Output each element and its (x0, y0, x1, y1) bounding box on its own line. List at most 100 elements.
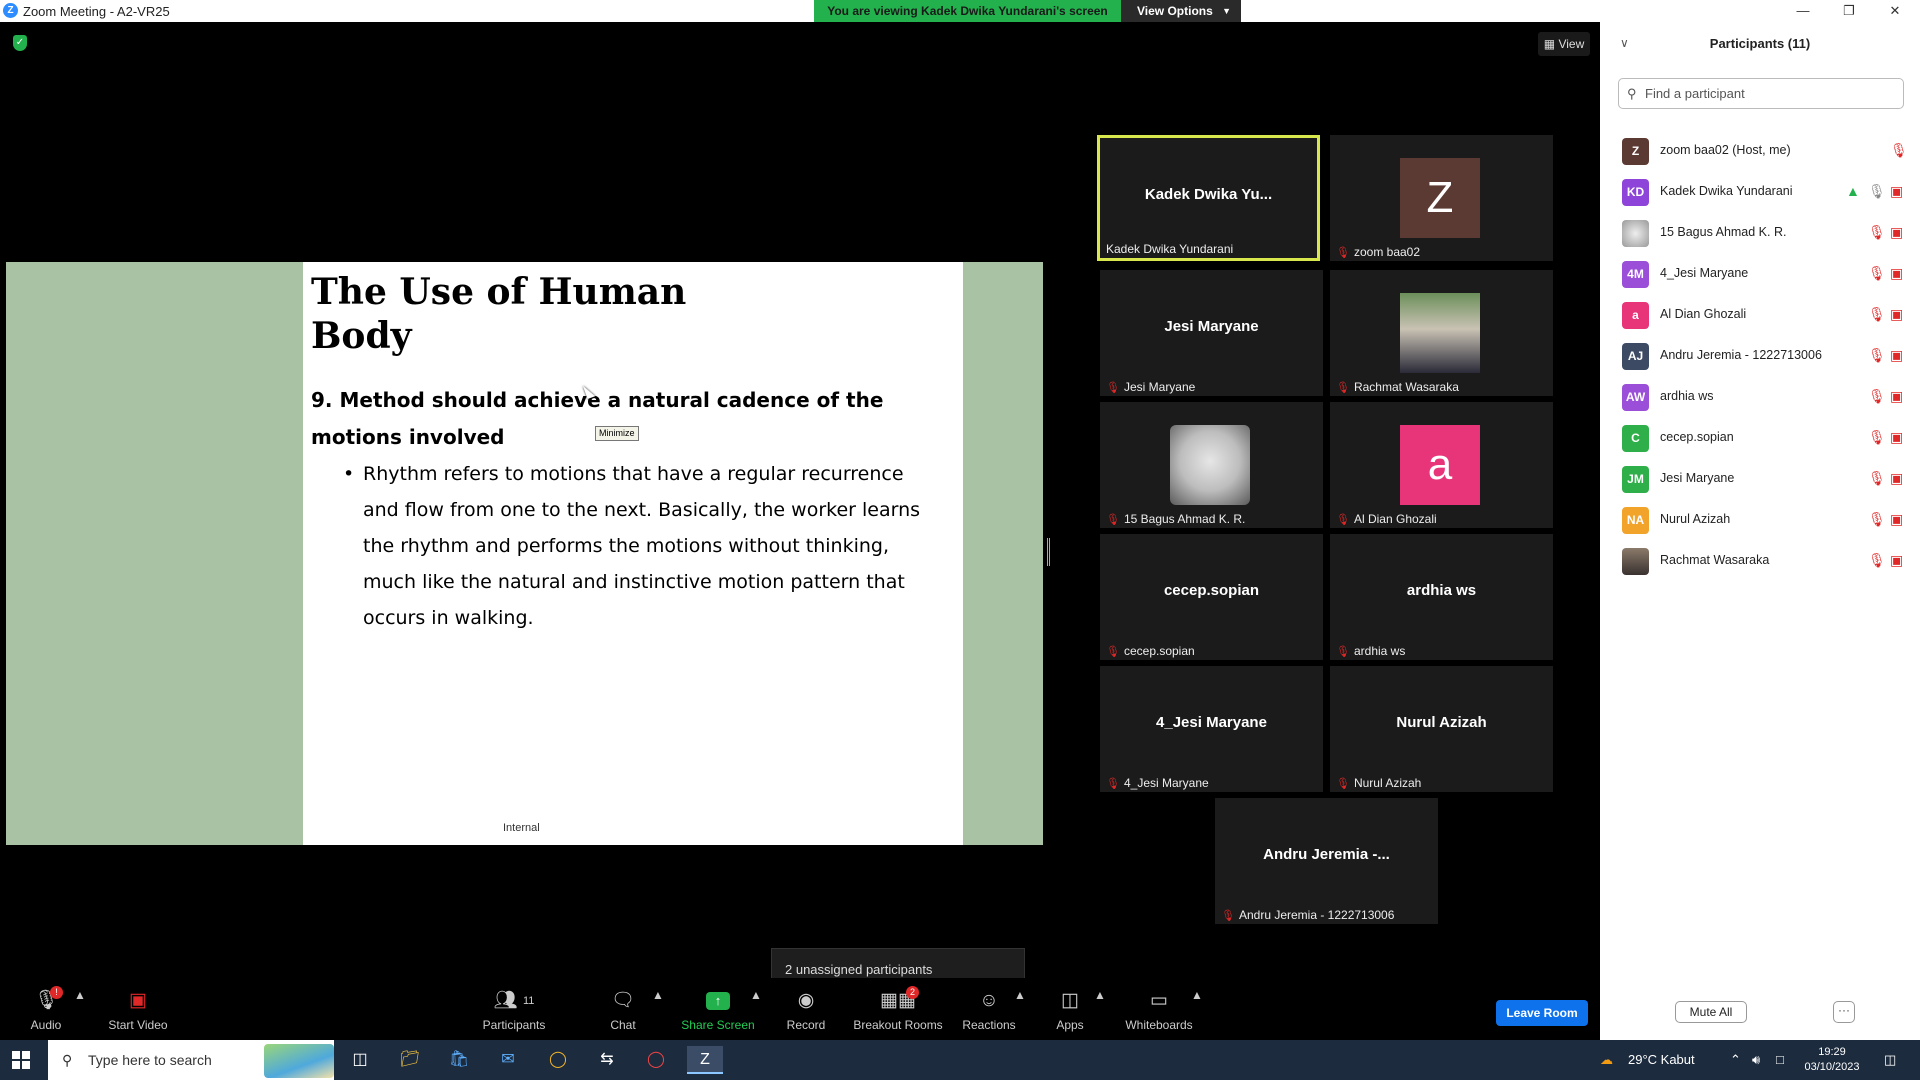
start-video-button[interactable]: ▣ Start Video (104, 988, 172, 1032)
audio-button[interactable]: 🎙︎! Audio (22, 986, 70, 1032)
video-off-icon: ▣ (1890, 224, 1904, 240)
encryption-shield-icon[interactable]: ✓ (13, 35, 27, 51)
view-button[interactable]: ▦ View (1538, 32, 1590, 56)
chevron-down-icon: ▼ (1222, 6, 1231, 16)
participant-row[interactable]: AW ardhia ws 🎙︎ ▣ (1600, 377, 1920, 418)
participant-name: Kadek Dwika Yundarani (1660, 184, 1793, 198)
participant-row[interactable]: Z zoom baa02 (Host, me) 🎙︎ (1600, 131, 1920, 172)
mute-all-button[interactable]: Mute All (1675, 1001, 1747, 1023)
tile-name-label: ardhia ws (1353, 644, 1406, 658)
tile-display-name: Andru Jeremia -... (1263, 846, 1390, 863)
participants-label: Participants (482, 1018, 546, 1032)
avatar (1622, 220, 1649, 247)
microphone-icon: 🎙︎ (1868, 183, 1886, 199)
video-tile[interactable]: 🎙︎ Rachmat Wasaraka (1330, 270, 1553, 396)
video-tile[interactable]: a 🎙︎ Al Dian Ghozali (1330, 402, 1553, 528)
apps-label: Apps (1056, 1018, 1084, 1032)
file-explorer-icon[interactable]: 📁︎ (392, 1046, 428, 1074)
windows-taskbar: ⚲ Type here to search ◫ 📁︎ 🛍︎ ✉ ◯ ⇆ ◯ Z … (0, 1040, 1920, 1080)
participants-icon: 👥︎ 11 (493, 990, 535, 1011)
video-tile[interactable]: Kadek Dwika Yu... Kadek Dwika Yundarani (1097, 135, 1320, 261)
participant-name: Andru Jeremia - 1222713006 (1660, 348, 1822, 362)
show-hidden-icons-icon[interactable]: ⌃ (1730, 1040, 1741, 1080)
network-icon[interactable]: □ (1776, 1040, 1784, 1080)
slide-bullet-text: Rhythm refers to motions that have a reg… (363, 463, 921, 629)
participant-name: ardhia ws (1660, 389, 1714, 403)
apps-button[interactable]: ◫ Apps (1052, 988, 1088, 1032)
tile-name-label: 4_Jesi Maryane (1123, 776, 1209, 790)
share-screen-button[interactable]: ↑ Share Screen (680, 988, 756, 1032)
mic-muted-icon: 🎙︎ (1868, 265, 1886, 281)
video-tile[interactable]: Andru Jeremia -... 🎙︎ Andru Jeremia - 122… (1215, 798, 1438, 924)
participant-row[interactable]: Rachmat Wasaraka 🎙︎ ▣ (1600, 541, 1920, 582)
mic-muted-icon: 🎙︎ (1868, 224, 1886, 240)
video-tile[interactable]: cecep.sopian 🎙︎ cecep.sopian (1100, 534, 1323, 660)
avatar: NA (1622, 507, 1649, 534)
record-button[interactable]: ◉ Record (785, 988, 827, 1032)
participant-row[interactable]: a Al Dian Ghozali 🎙︎ ▣ (1600, 295, 1920, 336)
taskbar-clock[interactable]: 19:29 03/10/2023 (1800, 1045, 1864, 1075)
avatar: a (1400, 425, 1480, 505)
video-tile[interactable]: 4_Jesi Maryane 🎙︎ 4_Jesi Maryane (1100, 666, 1323, 792)
store-icon[interactable]: 🛍︎ (441, 1046, 477, 1074)
breakout-rooms-icon: ▦▦ 2 (852, 986, 944, 1014)
participant-row[interactable]: C cecep.sopian 🎙︎ ▣ (1600, 418, 1920, 459)
volume-icon[interactable]: 🔊︎ (1752, 1040, 1760, 1080)
slide-footer: Internal (503, 822, 540, 834)
reactions-label: Reactions (962, 1018, 1016, 1032)
mic-muted-icon: 🎙︎ (1868, 552, 1886, 568)
participant-row[interactable]: NA Nurul Azizah 🎙︎ ▣ (1600, 500, 1920, 541)
leave-room-button[interactable]: Leave Room (1496, 1000, 1588, 1026)
participant-name: Nurul Azizah (1660, 512, 1731, 526)
chat-options-caret[interactable]: ▲ (652, 988, 664, 1002)
video-tile[interactable]: Z 🎙︎ zoom baa02 (1330, 135, 1553, 261)
tile-label: Kadek Dwika Yundarani (1106, 242, 1233, 256)
video-off-icon: ▣ (1890, 511, 1904, 527)
participant-row[interactable]: 4M 4_Jesi Maryane 🎙︎ ▣ (1600, 254, 1920, 295)
reactions-options-caret[interactable]: ▲ (1014, 988, 1026, 1002)
whiteboards-button[interactable]: ▭ Whiteboards (1124, 988, 1194, 1032)
breakout-rooms-button[interactable]: ▦▦ 2 Breakout Rooms (852, 986, 944, 1032)
record-label: Record (786, 1018, 826, 1032)
participants-button[interactable]: 👥︎ 11 Participants (478, 988, 550, 1032)
close-window-button[interactable]: ✕ (1872, 0, 1918, 22)
task-view-icon[interactable]: ◫ (342, 1046, 378, 1074)
participant-row[interactable]: AJ Andru Jeremia - 1222713006 🎙︎ ▣ (1600, 336, 1920, 377)
restore-window-button[interactable]: ❐ (1826, 0, 1872, 22)
share-options-caret[interactable]: ▲ (750, 988, 762, 1002)
weather-text[interactable]: 29°C Kabut (1628, 1040, 1695, 1080)
reactions-button[interactable]: ☺ Reactions (960, 988, 1018, 1032)
chrome-profile-icon[interactable]: ◯ (638, 1046, 674, 1074)
participant-row[interactable]: 15 Bagus Ahmad K. R. 🎙︎ ▣ (1600, 213, 1920, 254)
video-tile[interactable]: Jesi Maryane 🎙︎ Jesi Maryane (1100, 270, 1323, 396)
apps-options-caret[interactable]: ▲ (1094, 988, 1106, 1002)
meeting-area: ✓ ▦ View The Use of Human Body 9. Method… (0, 22, 1600, 1040)
tile-label: 🎙︎ ardhia ws (1336, 644, 1405, 658)
tile-label: 🎙︎ Jesi Maryane (1106, 380, 1195, 394)
more-options-button[interactable]: ··· (1833, 1001, 1855, 1023)
shared-screen: The Use of Human Body 9. Method should a… (6, 262, 1043, 845)
teamviewer-icon[interactable]: ⇆ (589, 1046, 625, 1074)
windows-start-icon[interactable] (12, 1051, 30, 1069)
minimize-window-button[interactable]: — (1780, 0, 1826, 22)
video-off-icon: ▣ (1890, 388, 1904, 404)
mic-muted-icon: 🎙︎ (1890, 142, 1908, 158)
find-participant-input[interactable]: ⚲ Find a participant (1618, 78, 1904, 109)
notifications-icon[interactable]: ◫ (1884, 1040, 1896, 1080)
video-off-icon: ▣ (1890, 265, 1904, 281)
tile-display-name: ardhia ws (1406, 582, 1477, 599)
participant-row[interactable]: KD Kadek Dwika Yundarani ▲ 🎙︎ ▣ (1600, 172, 1920, 213)
splitter-handle[interactable] (1047, 538, 1050, 566)
video-tile[interactable]: Nurul Azizah 🎙︎ Nurul Azizah (1330, 666, 1553, 792)
participant-row[interactable]: JM Jesi Maryane 🎙︎ ▣ (1600, 459, 1920, 500)
zoom-taskbar-icon[interactable]: Z (687, 1046, 723, 1074)
video-tile[interactable]: ardhia ws 🎙︎ ardhia ws (1330, 534, 1553, 660)
taskbar-search-input[interactable]: ⚲ Type here to search (48, 1040, 334, 1080)
whiteboards-options-caret[interactable]: ▲ (1191, 988, 1203, 1002)
view-options-button[interactable]: View Options ▼ (1121, 0, 1241, 22)
video-tile[interactable]: 🎙︎ 15 Bagus Ahmad K. R. (1100, 402, 1323, 528)
chat-button[interactable]: 🗨︎ Chat (603, 988, 643, 1032)
mail-icon[interactable]: ✉ (490, 1046, 526, 1074)
chrome-icon[interactable]: ◯ (540, 1046, 576, 1074)
audio-options-caret[interactable]: ▲ (74, 988, 86, 1002)
